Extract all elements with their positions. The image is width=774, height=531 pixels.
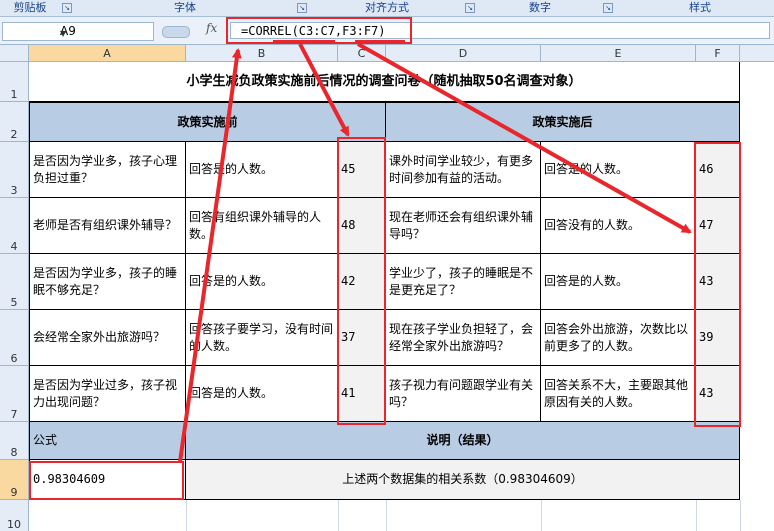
column-header-b[interactable]: B (186, 45, 338, 62)
ribbon-group-styles[interactable]: 样式 (620, 0, 774, 16)
answer-before-cell[interactable]: 回答是的人数。 (186, 142, 338, 198)
column-header-c[interactable]: C (338, 45, 386, 62)
row-header-2[interactable]: 2 (0, 102, 29, 142)
alignment-launcher-icon[interactable]: ↘ (465, 3, 475, 13)
answer-before-cell[interactable]: 回答是的人数。 (186, 254, 338, 310)
font-launcher-icon[interactable]: ↘ (297, 3, 307, 13)
answer-before-cell[interactable]: 回答孩子要学习，没有时间的人数。 (186, 310, 338, 366)
row-header-7[interactable]: 7 (0, 366, 29, 422)
answer-before-cell[interactable]: 回答是的人数。 (186, 366, 338, 422)
column-header-extra[interactable] (740, 45, 774, 62)
row-header-8[interactable]: 8 (0, 422, 29, 460)
question-before-cell[interactable]: 会经常全家外出旅游吗？ (29, 310, 186, 366)
select-all-corner[interactable] (0, 45, 29, 62)
name-box[interactable]: A9 ▼ (2, 22, 154, 41)
sheet-title[interactable]: 小学生减负政策实施前后情况的调查问卷（随机抽取50名调查对象） (29, 62, 740, 102)
question-after-cell[interactable]: 现在老师还会有组织课外辅导吗？ (386, 198, 541, 254)
row-header-3[interactable]: 3 (0, 142, 29, 198)
row-header-9[interactable]: 9 (0, 460, 29, 500)
explain-result-cell[interactable]: 上述两个数据集的相关系数（0.98304609） (186, 460, 740, 500)
answer-after-cell[interactable]: 回答是的人数。 (541, 254, 696, 310)
row-header-4[interactable]: 4 (0, 198, 29, 254)
answer-after-cell[interactable]: 回答没有的人数。 (541, 198, 696, 254)
question-after-cell[interactable]: 现在孩子学业负担轻了，会经常全家外出旅游吗？ (386, 310, 541, 366)
column-header-e[interactable]: E (541, 45, 696, 62)
chevron-down-icon[interactable]: ▼ (60, 25, 66, 42)
range-f-highlight-box (694, 142, 741, 427)
column-header-a[interactable]: A (29, 45, 186, 62)
result-highlight-box (29, 461, 184, 500)
answer-after-cell[interactable]: 回答是的人数。 (541, 142, 696, 198)
question-before-cell[interactable]: 是否因为学业过多，孩子视力出现问题？ (29, 366, 186, 422)
column-header-f[interactable]: F (696, 45, 740, 62)
ribbon-group-clipboard[interactable]: 剪贴板 (0, 0, 60, 16)
answer-before-cell[interactable]: 回答有组织课外辅导的人数。 (186, 198, 338, 254)
column-header-d[interactable]: D (386, 45, 541, 62)
clipboard-launcher-icon[interactable]: ↘ (62, 3, 72, 13)
question-before-cell[interactable]: 是否因为学业多，孩子心理负担过重？ (29, 142, 186, 198)
ribbon-group-alignment[interactable]: 对齐方式 (312, 0, 462, 16)
explain-header-cell[interactable]: 说明（结果） (186, 422, 740, 460)
question-before-cell[interactable]: 老师是否有组织课外辅导？ (29, 198, 186, 254)
range-c-highlight-box (337, 137, 386, 425)
row-header-5[interactable]: 5 (0, 254, 29, 310)
ribbon-group-bar: 剪贴板 ↘ 字体 ↘ 对齐方式 ↘ 数字 ↘ 样式 (0, 0, 774, 17)
answer-after-cell[interactable]: 回答会外出旅游，次数比以前更多了的人数。 (541, 310, 696, 366)
question-after-cell[interactable]: 学业少了，孩子的睡眠是不是更充足了？ (386, 254, 541, 310)
question-before-cell[interactable]: 是否因为学业多，孩子的睡眠不够充足？ (29, 254, 186, 310)
formula-bar-grip[interactable] (162, 26, 190, 38)
row-header-1[interactable]: 1 (0, 62, 29, 102)
question-after-cell[interactable]: 孩子视力有问题跟学业有关吗？ (386, 366, 541, 422)
row-header-6[interactable]: 6 (0, 310, 29, 366)
header-after[interactable]: 政策实施后 (386, 102, 740, 142)
insert-function-icon[interactable]: fx (206, 21, 217, 35)
header-before[interactable]: 政策实施前 (29, 102, 386, 142)
formula-highlight-box (226, 17, 412, 44)
ribbon-group-font[interactable]: 字体 (80, 0, 290, 16)
answer-after-cell[interactable]: 回答关系不大，主要跟其他原因有关的人数。 (541, 366, 696, 422)
empty-row-10[interactable] (0, 500, 774, 531)
formula-header-cell[interactable]: 公式 (29, 422, 186, 460)
ribbon-group-number[interactable]: 数字 (480, 0, 600, 16)
question-after-cell[interactable]: 课外时间学业较少，有更多时间参加有益的活动。 (386, 142, 541, 198)
number-launcher-icon[interactable]: ↘ (603, 3, 613, 13)
